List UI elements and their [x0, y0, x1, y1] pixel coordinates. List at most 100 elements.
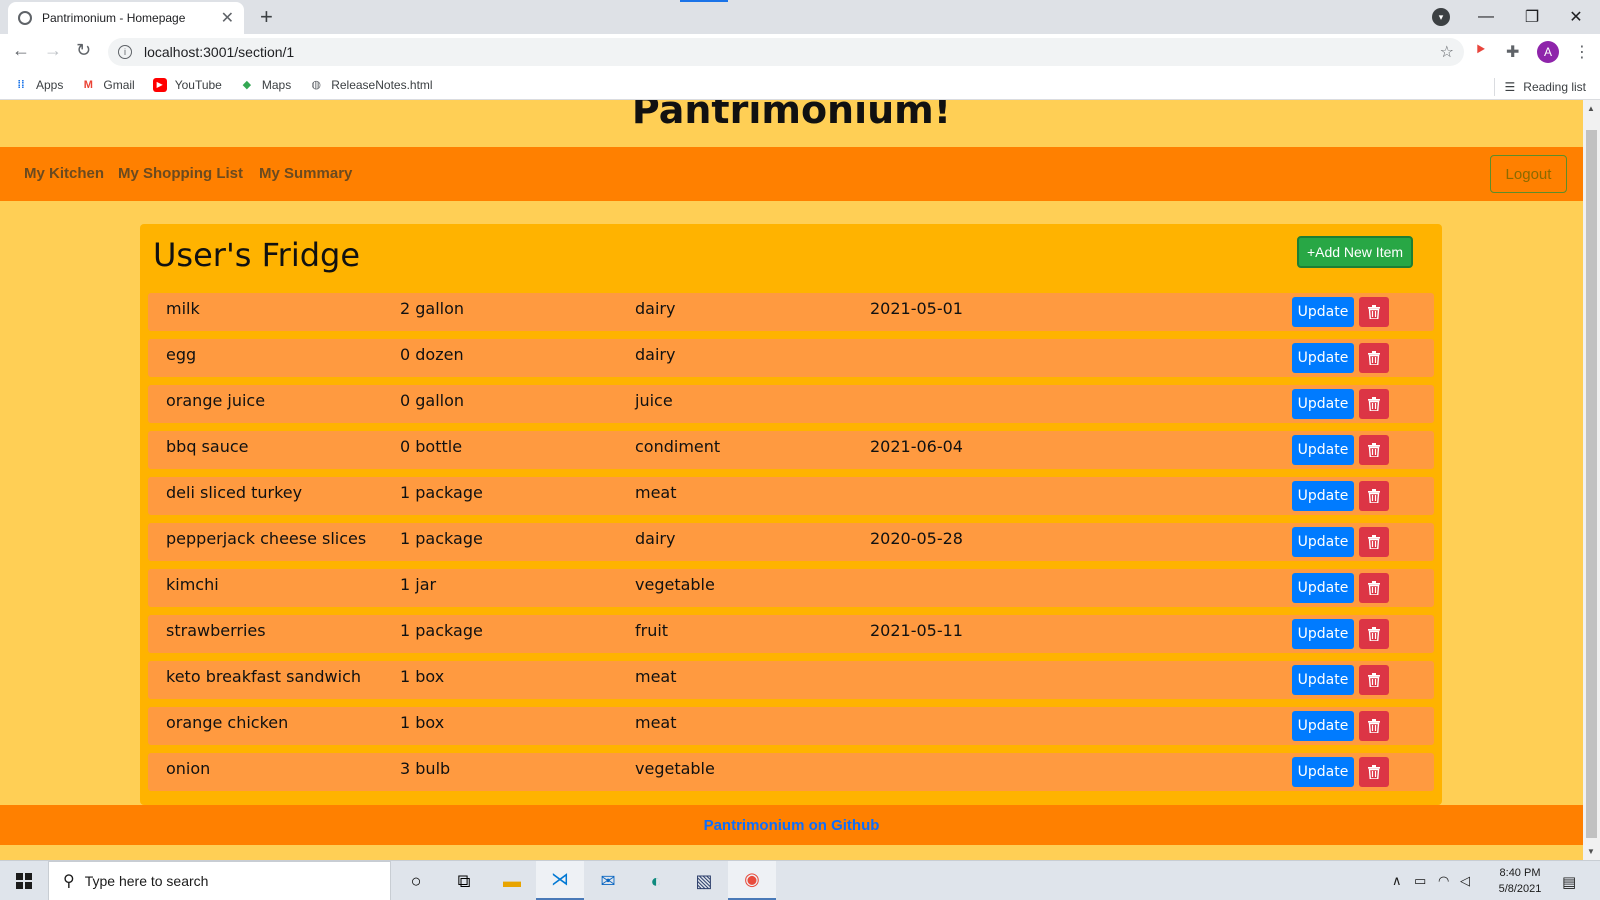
bookmark-apps[interactable]: ⁞⁞ Apps [14, 78, 63, 92]
add-new-item-button[interactable]: +Add New Item [1297, 236, 1413, 268]
divider [1493, 78, 1495, 96]
taskbar-clock[interactable]: 8:40 PM 5/8/2021 [1480, 865, 1560, 897]
trash-icon [1368, 719, 1380, 733]
delete-button[interactable] [1359, 297, 1389, 327]
scrollbar-thumb[interactable] [1586, 130, 1597, 838]
reading-list-button[interactable]: ☰ Reading list [1493, 78, 1586, 96]
trash-icon [1368, 305, 1380, 319]
notification-icon[interactable]: ▤ [1562, 873, 1576, 891]
delete-button[interactable] [1359, 481, 1389, 511]
trash-icon [1368, 397, 1380, 411]
bookmark-label: Maps [261, 77, 292, 92]
item-quantity: 1 package [400, 483, 483, 502]
logout-button[interactable]: Logout [1490, 155, 1567, 193]
item-name: deli sliced turkey [166, 483, 303, 502]
delete-button[interactable] [1359, 435, 1389, 465]
new-tab-button[interactable]: + [260, 4, 273, 30]
item-quantity: 1 jar [400, 575, 437, 594]
bookmark-youtube[interactable]: ▶ YouTube [152, 77, 222, 92]
site-info-icon[interactable]: i [118, 45, 132, 59]
item-name: pepperjack cheese slices [166, 529, 367, 548]
fridge-item-row: pepperjack cheese slices 1 package dairy… [148, 523, 1434, 561]
youtube-icon: ▶ [152, 77, 167, 92]
close-window-icon[interactable]: ✕ [1556, 0, 1596, 34]
gmail-icon: M [83, 78, 93, 91]
edge-icon[interactable]: ◐ [632, 861, 680, 900]
item-category: condiment [635, 437, 721, 456]
restore-icon[interactable]: ❐ [1512, 0, 1552, 34]
extension-icon[interactable]: ⯈ [1474, 42, 1487, 60]
item-quantity: 2 gallon [400, 299, 465, 318]
trash-icon [1368, 673, 1380, 687]
tray-chevron-icon[interactable]: ∧ [1392, 873, 1402, 889]
bookmark-maps[interactable]: ◆ Maps [240, 77, 292, 92]
delete-button[interactable] [1359, 343, 1389, 373]
update-button[interactable]: Update [1292, 297, 1354, 327]
nav-my-kitchen[interactable]: My Kitchen [24, 165, 104, 182]
task-view-icon[interactable]: ⧉ [440, 861, 488, 900]
update-button[interactable]: Update [1292, 619, 1354, 649]
bookmark-star-icon[interactable]: ☆ [1440, 42, 1454, 62]
nav-my-summary[interactable]: My Summary [259, 165, 352, 182]
bookmarks-bar: ⁞⁞ Apps M Gmail ▶ YouTube ◆ Maps ◍ Relea… [0, 70, 1600, 100]
vscode-icon[interactable]: ⋊ [536, 861, 584, 900]
cortana-icon[interactable]: ○ [392, 861, 440, 900]
start-windows-icon[interactable] [16, 873, 32, 889]
update-button[interactable]: Update [1292, 527, 1354, 557]
item-name: bbq sauce [166, 437, 249, 456]
fridge-item-row: bbq sauce 0 bottle condiment 2021-06-04 … [148, 431, 1434, 469]
browser-tab[interactable]: Pantrimonium - Homepage ✕ [8, 2, 244, 34]
minimize-icon[interactable]: — [1466, 0, 1506, 34]
apps-grid-icon: ⁞⁞ [17, 78, 25, 91]
app-icon[interactable]: ▧ [680, 861, 728, 900]
update-button[interactable]: Update [1292, 757, 1354, 787]
chrome-icon[interactable]: ◉ [728, 861, 776, 900]
delete-button[interactable] [1359, 711, 1389, 741]
browser-tab-strip: Pantrimonium - Homepage ✕ + ▾ — ❐ ✕ [0, 0, 1600, 34]
file-explorer-icon[interactable]: ▬ [488, 861, 536, 900]
url-text: localhost:3001/section/1 [144, 44, 295, 60]
update-button[interactable]: Update [1292, 711, 1354, 741]
profile-avatar[interactable]: A [1537, 41, 1559, 63]
item-category: vegetable [635, 575, 715, 594]
delete-button[interactable] [1359, 757, 1389, 787]
page-favicon-icon [18, 11, 32, 25]
tab-search-icon[interactable]: ▾ [1432, 8, 1450, 26]
fridge-item-row: deli sliced turkey 1 package meat Update [148, 477, 1434, 515]
tab-close-icon[interactable]: ✕ [221, 8, 234, 28]
fridge-item-row: orange chicken 1 box meat Update [148, 707, 1434, 745]
item-quantity: 0 gallon [400, 391, 465, 410]
mail-icon[interactable]: ✉ [584, 861, 632, 900]
scroll-down-icon[interactable]: ▼ [1587, 847, 1595, 856]
fridge-item-row: onion 3 bulb vegetable Update [148, 753, 1434, 791]
update-button[interactable]: Update [1292, 481, 1354, 511]
delete-button[interactable] [1359, 665, 1389, 695]
delete-button[interactable] [1359, 389, 1389, 419]
address-bar[interactable]: i localhost:3001/section/1 ☆ [108, 38, 1464, 66]
delete-button[interactable] [1359, 573, 1389, 603]
volume-icon[interactable]: ◁ [1460, 873, 1470, 889]
update-button[interactable]: Update [1292, 665, 1354, 695]
update-button[interactable]: Update [1292, 343, 1354, 373]
update-button[interactable]: Update [1292, 573, 1354, 603]
wifi-icon[interactable]: ◠ [1438, 873, 1449, 889]
bookmark-releasenotes[interactable]: ◍ ReleaseNotes.html [309, 78, 432, 92]
update-button[interactable]: Update [1292, 435, 1354, 465]
delete-button[interactable] [1359, 619, 1389, 649]
back-icon[interactable]: ← [12, 40, 30, 61]
item-category: dairy [635, 529, 676, 548]
battery-icon[interactable]: ▭ [1414, 873, 1426, 889]
extensions-puzzle-icon[interactable]: ✚ [1506, 42, 1519, 62]
bookmark-gmail[interactable]: M Gmail [81, 78, 135, 92]
nav-my-shopping-list[interactable]: My Shopping List [118, 165, 243, 182]
reload-icon[interactable]: ↻ [76, 40, 91, 61]
delete-button[interactable] [1359, 527, 1389, 557]
item-quantity: 1 box [400, 667, 445, 686]
menu-kebab-icon[interactable]: ⋮ [1574, 42, 1590, 62]
forward-icon[interactable]: → [44, 40, 62, 61]
scroll-up-icon[interactable]: ▲ [1587, 104, 1595, 113]
update-button[interactable]: Update [1292, 389, 1354, 419]
github-link[interactable]: Pantrimonium on Github [704, 817, 880, 834]
taskbar-search-box[interactable]: ⚲ Type here to search [48, 861, 391, 900]
page-scrollbar[interactable]: ▲ ▼ [1583, 100, 1600, 860]
